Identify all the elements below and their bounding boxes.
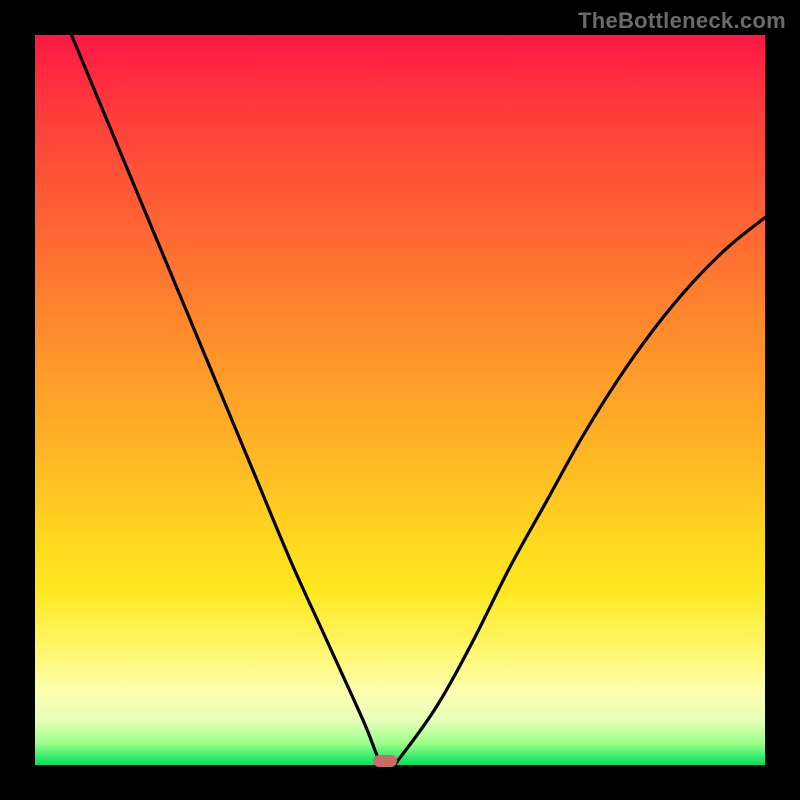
watermark-text: TheBottleneck.com xyxy=(578,8,786,34)
bottleneck-curve xyxy=(35,35,765,765)
plot-area xyxy=(35,35,765,765)
optimal-marker xyxy=(373,755,397,767)
chart-frame: TheBottleneck.com xyxy=(0,0,800,800)
